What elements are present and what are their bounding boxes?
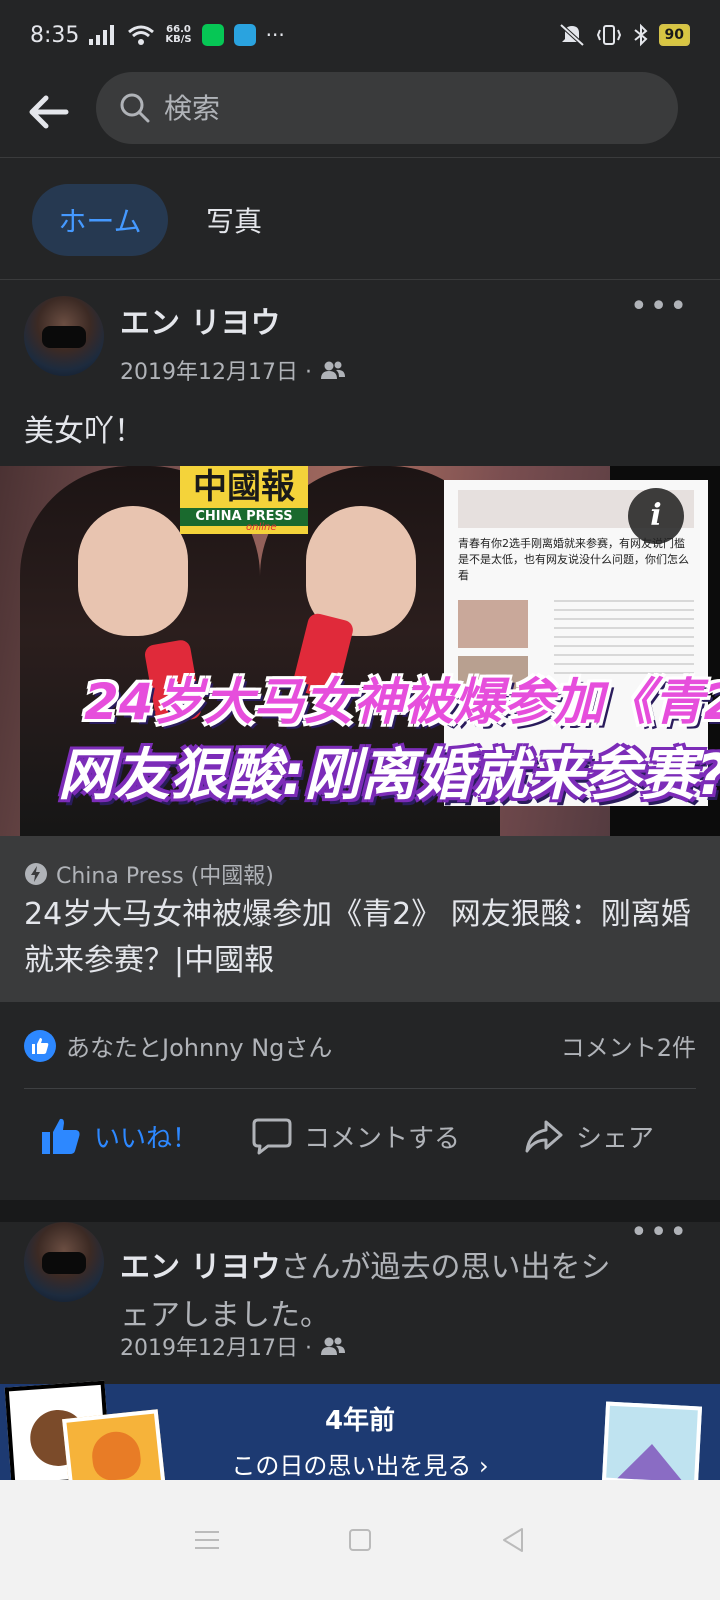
post2-options-button[interactable]: •••	[630, 1218, 687, 1262]
back-nav-button[interactable]	[493, 1520, 533, 1560]
friends-icon	[320, 1337, 345, 1355]
see-memories-link[interactable]: この日の思い出を見る ›	[0, 1446, 720, 1481]
line-app-icon	[201, 24, 224, 46]
like-button[interactable]: いいね！	[40, 1106, 198, 1166]
comments-count[interactable]: コメント2件	[561, 1028, 696, 1063]
like-reaction-icon	[24, 1029, 56, 1062]
tab-photos[interactable]: 写真	[206, 184, 262, 256]
search-input[interactable]	[164, 91, 604, 125]
status-bar: 8:35 66.0 KB/S ··· 90	[0, 0, 720, 70]
image-headline-1: 24岁大马女神被爆参加《青2》	[84, 673, 720, 731]
back-button[interactable]	[24, 88, 72, 136]
mute-icon	[559, 23, 584, 47]
vibrate-icon	[596, 25, 621, 45]
home-square-icon	[348, 1529, 371, 1551]
post-text: 美女吖！	[24, 414, 144, 449]
image-headline-2: 网友狠酸:刚离婚就来参赛?	[58, 743, 720, 808]
profile-tabs: ホーム 写真	[0, 158, 720, 280]
post-author[interactable]: エン リヨウ	[120, 298, 280, 342]
search-icon	[120, 93, 150, 123]
link-preview[interactable]: China Press (中國報) 24岁大马女神被爆参加《青2》 网友狠酸：刚…	[0, 836, 720, 1002]
memory-share-post: エン リヨウさんが過去の思い出をシェアしました。 2019年12月17日 · •…	[0, 1218, 720, 1524]
post-image[interactable]: 中國報 CHINA PRESS online 青春有你2选手刚离婚就来参赛，有网…	[0, 466, 720, 836]
home-nav-button[interactable]	[340, 1520, 380, 1560]
post-date[interactable]: 2019年12月17日 ·	[120, 354, 312, 386]
post2-date[interactable]: 2019年12月17日 ·	[120, 1330, 312, 1362]
telegram-app-icon	[233, 24, 256, 46]
link-source: China Press (中國報)	[24, 858, 274, 890]
share-button[interactable]: シェア	[524, 1106, 654, 1166]
clock: 8:35	[30, 22, 80, 48]
post-meta: 2019年12月17日 ·	[120, 354, 346, 386]
tab-home[interactable]: ホーム	[32, 184, 168, 256]
post-card: エン リヨウ 2019年12月17日 · ••• 美女吖！ 中國報 CHINA …	[0, 280, 720, 1200]
china-press-logo: 中國報 CHINA PRESS online	[180, 466, 308, 534]
wifi-icon	[128, 25, 155, 45]
divider	[24, 1088, 696, 1089]
bluetooth-icon	[633, 23, 648, 47]
share-icon	[525, 1120, 563, 1153]
more-notifications: ···	[265, 23, 285, 47]
post-options-button[interactable]: •••	[630, 292, 687, 336]
thumbs-up-icon	[42, 1118, 80, 1154]
battery-indicator: 90	[658, 24, 690, 46]
post2-header: エン リヨウさんが過去の思い出をシェアしました。	[120, 1244, 640, 1340]
back-arrow-icon	[29, 95, 69, 129]
comment-button[interactable]: コメントする	[252, 1106, 460, 1166]
net-speed: 66.0 KB/S	[165, 24, 192, 45]
link-title: 24岁大马女神被爆参加《青2》 网友狠酸：刚离婚就来参赛？|中國報	[24, 897, 691, 978]
friends-icon	[320, 361, 345, 379]
search-header	[0, 70, 720, 158]
info-icon[interactable]: i	[628, 488, 684, 544]
avatar[interactable]	[24, 296, 104, 376]
avatar[interactable]	[24, 1222, 104, 1302]
post2-author[interactable]: エン リヨウ	[120, 1250, 280, 1285]
signal-icon	[89, 25, 115, 45]
lightning-icon	[25, 863, 47, 885]
menu-icon	[194, 1531, 219, 1549]
back-triangle-icon	[503, 1528, 524, 1552]
comment-icon	[252, 1118, 292, 1155]
memory-years-ago: 4年前	[324, 1406, 396, 1436]
menu-nav-button[interactable]	[187, 1520, 227, 1560]
system-nav-bar	[0, 1480, 720, 1600]
post2-meta: 2019年12月17日 ·	[120, 1330, 346, 1362]
search-bar[interactable]	[96, 72, 678, 144]
reactions-summary[interactable]: あなたとJohnny Ngさん	[24, 1028, 332, 1063]
